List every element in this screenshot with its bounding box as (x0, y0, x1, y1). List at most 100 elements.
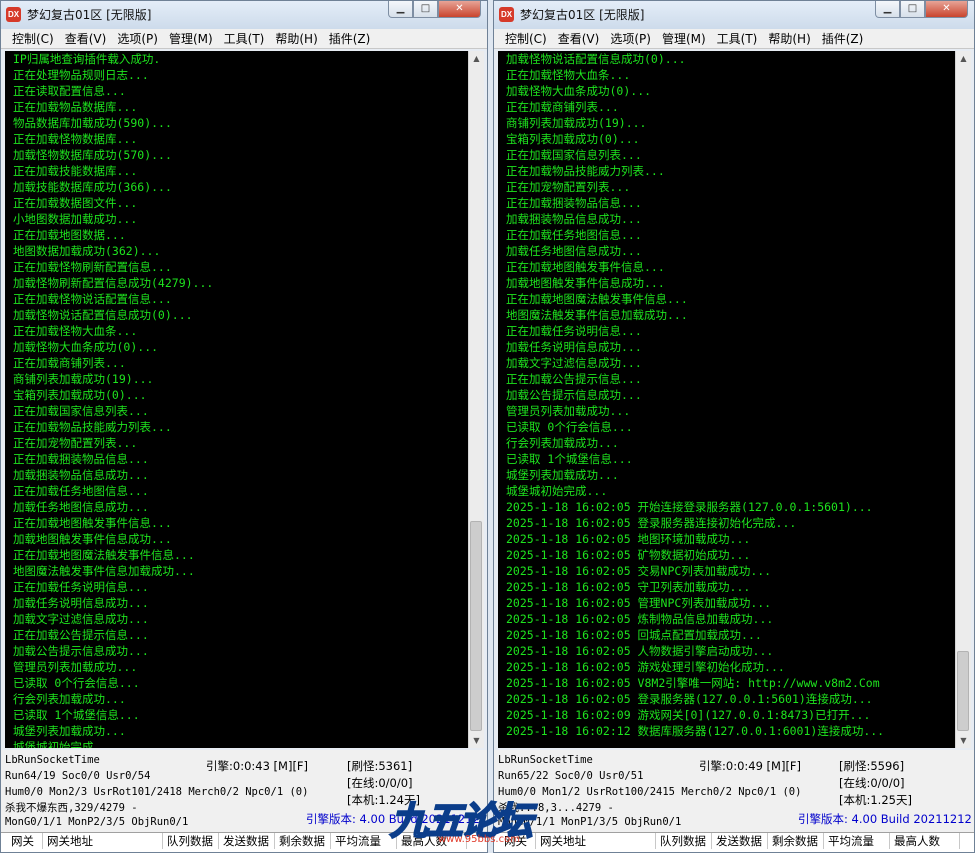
menu-help[interactable]: 帮助(H) (275, 30, 317, 47)
col-send-data[interactable]: 发送数据 (712, 833, 768, 849)
log-line: 正在加载物品技能威力列表... (506, 164, 665, 178)
log-line: 正在加载技能数据库... (13, 164, 138, 178)
menu-help[interactable]: 帮助(H) (768, 30, 810, 47)
log-line: 管理员列表加载成功... (13, 660, 138, 674)
col-gateway-address[interactable]: 网关地址 (43, 833, 163, 849)
log-line: 城堡城初始完成... (506, 484, 608, 498)
mon-stats: MonG0/1/1 MonP1/3/5 ObjRun0/1 (498, 816, 682, 828)
window-title: 梦幻复古01区 [无限版] (520, 8, 645, 22)
log-line: 商铺列表加载成功(19)... (13, 372, 154, 386)
menu-manage[interactable]: 管理(M) (169, 30, 213, 47)
maximize-button[interactable]: □ (900, 1, 925, 18)
log-line: 地图数据加载成功(362)... (13, 244, 161, 258)
log-line: 行会列表加载成功... (506, 436, 619, 450)
log-line: 加载任务地图信息成功... (13, 500, 149, 514)
menu-view[interactable]: 查看(V) (65, 30, 107, 47)
log-line: 城堡城初始完成... (13, 740, 115, 748)
log-line: 2025-1-18 16:02:05 地图环境加载成功... (506, 532, 751, 546)
log-line: 正在加载捆装物品信息... (506, 196, 642, 210)
log-line: 2025-1-18 16:02:12 数据库服务器(127.0.0.1:6001… (506, 724, 885, 738)
log-line: 2025-1-18 16:02:05 游戏处理引擎初始化成功... (506, 660, 785, 674)
menu-view[interactable]: 查看(V) (558, 30, 600, 47)
engine-version: 引擎版本: 4.00 Build 20211212 (306, 812, 480, 826)
log-line: 行会列表加载成功... (13, 692, 126, 706)
menu-plugins[interactable]: 插件(Z) (822, 30, 864, 47)
title-bar[interactable]: DX 梦幻复古01区 [无限版] ▁ □ ✕ (1, 1, 487, 30)
app-icon[interactable]: DX (499, 7, 514, 22)
log-line: 加载怪物大血条成功(0)... (506, 84, 652, 98)
log-line: 商铺列表加载成功(19)... (506, 116, 647, 130)
title-bar[interactable]: DX 梦幻复古01区 [无限版] ▁ □ ✕ (494, 1, 974, 30)
scroll-down-arrow-icon[interactable]: ▼ (469, 733, 484, 748)
log-scrollbar[interactable]: ▲ ▼ (468, 51, 484, 748)
online-count: [在线:0/0/0] (347, 776, 413, 790)
col-gateway[interactable]: 网关 (500, 833, 536, 849)
log-line: 加载技能数据库成功(366)... (13, 180, 172, 194)
log-line: 2025-1-18 16:02:05 V8M2引擎唯一网站: http://ww… (506, 676, 880, 690)
log-line: 加载怪物说话配置信息成功(0)... (13, 308, 193, 322)
log-line: 加载文字过滤信息成功... (13, 612, 149, 626)
col-send-data[interactable]: 发送数据 (219, 833, 275, 849)
log-line: 正在加载国家信息列表... (506, 148, 642, 162)
log-line: 加载文字过滤信息成功... (506, 356, 642, 370)
log-line: 加载怪物大血条成功(0)... (13, 340, 159, 354)
log-line: 加载公告提示信息成功... (506, 388, 642, 402)
menu-tools[interactable]: 工具(T) (224, 30, 265, 47)
log-scrollbar[interactable]: ▲ ▼ (955, 51, 971, 748)
minimize-button[interactable]: ▁ (388, 1, 413, 18)
close-button[interactable]: ✕ (438, 1, 481, 18)
scroll-down-arrow-icon[interactable]: ▼ (956, 733, 971, 748)
server-window-2: DX 梦幻复古01区 [无限版] ▁ □ ✕ 控制(C) 查看(V) 选项(P)… (493, 0, 975, 853)
log-console[interactable]: 加载怪物说话配置信息成功(0)... 正在加载怪物大血条... 加载怪物大血条成功(… (498, 51, 955, 748)
minimize-button[interactable]: ▁ (875, 1, 900, 18)
col-max-users[interactable]: 最高人数 (890, 833, 960, 849)
log-line: 正在加载任务地图信息... (506, 228, 642, 242)
log-line: 物品数据库加载成功(590)... (13, 116, 172, 130)
col-gateway-address[interactable]: 网关地址 (536, 833, 656, 849)
log-line: 2025-1-18 16:02:05 守卫列表加载成功... (506, 580, 751, 594)
log-line: 正在加载地图魔法触发事件信息... (13, 548, 195, 562)
menu-bar: 控制(C) 查看(V) 选项(P) 管理(M) 工具(T) 帮助(H) 插件(Z… (494, 29, 974, 49)
menu-control[interactable]: 控制(C) (12, 30, 54, 47)
menu-options[interactable]: 选项(P) (610, 30, 651, 47)
log-line: 已读取 1个城堡信息... (13, 708, 140, 722)
log-console[interactable]: IP归属地查询插件载入成功. 正在处理物品规则日志... 正在读取配置信息... 正在… (5, 51, 468, 748)
log-line: 城堡列表加载成功... (506, 468, 619, 482)
local-uptime: [本机:1.24天] (347, 793, 420, 807)
log-line: 加载任务说明信息成功... (13, 596, 149, 610)
scroll-thumb[interactable] (470, 521, 482, 731)
col-queue-data[interactable]: 队列数据 (656, 833, 712, 849)
log-line: 正在加载怪物刷新配置信息... (13, 260, 172, 274)
scroll-up-arrow-icon[interactable]: ▲ (956, 51, 971, 66)
menu-plugins[interactable]: 插件(Z) (329, 30, 371, 47)
col-gateway[interactable]: 网关 (7, 833, 43, 849)
menu-manage[interactable]: 管理(M) (662, 30, 706, 47)
col-queue-data[interactable]: 队列数据 (163, 833, 219, 849)
log-line: 加载怪物数据库成功(570)... (13, 148, 172, 162)
log-line: 2025-1-18 16:02:05 管理NPC列表加载成功... (506, 596, 772, 610)
log-line: 正在加载怪物大血条... (506, 68, 631, 82)
col-remaining-data[interactable]: 剩余数据 (275, 833, 331, 849)
app-icon[interactable]: DX (6, 7, 21, 22)
log-line: 宝箱列表加载成功(0)... (13, 388, 147, 402)
scroll-up-arrow-icon[interactable]: ▲ (469, 51, 484, 66)
menu-bar: 控制(C) 查看(V) 选项(P) 管理(M) 工具(T) 帮助(H) 插件(Z… (1, 29, 487, 49)
col-remaining-data[interactable]: 剩余数据 (768, 833, 824, 849)
log-line: 城堡列表加载成功... (13, 724, 126, 738)
mon-stats: MonG0/1/1 MonP2/3/5 ObjRun0/1 (5, 816, 189, 828)
col-avg-traffic[interactable]: 平均流量 (824, 833, 890, 849)
scroll-thumb[interactable] (957, 651, 969, 731)
menu-tools[interactable]: 工具(T) (717, 30, 758, 47)
kill-stats: 杀我...8,3...4279 - (498, 802, 614, 814)
menu-options[interactable]: 选项(P) (117, 30, 158, 47)
log-line: 正在加载怪物说话配置信息... (13, 292, 172, 306)
close-button[interactable]: ✕ (925, 1, 968, 18)
col-max-users[interactable]: 最高人数 (397, 833, 467, 849)
log-line: 正在读取配置信息... (13, 84, 126, 98)
menu-control[interactable]: 控制(C) (505, 30, 547, 47)
maximize-button[interactable]: □ (413, 1, 438, 18)
log-line: 2025-1-18 16:02:05 交易NPC列表加载成功... (506, 564, 772, 578)
log-line: IP归属地查询插件载入成功. (13, 52, 161, 66)
log-line: 加载公告提示信息成功... (13, 644, 149, 658)
col-avg-traffic[interactable]: 平均流量 (331, 833, 397, 849)
